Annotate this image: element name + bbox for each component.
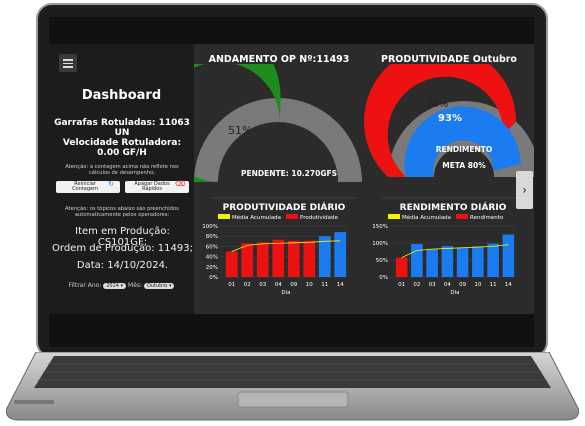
sidebar: Dashboard Garrafas Rotuladas: 11063 UN V… (49, 44, 194, 314)
reset-button-label: Reiniciar Contagem (72, 180, 98, 192)
productivity-daily-chart: PRODUTIVIDADE DIÁRIOMédia Acumulada Produ… (202, 197, 358, 296)
legend-swatch-main (286, 214, 298, 219)
y-tick-label: 100% (372, 241, 388, 247)
reset-count-button[interactable]: Reiniciar Contagem ↻ (56, 179, 120, 193)
y-tick-label: 100% (202, 224, 218, 230)
op-percent: 51% (228, 124, 252, 137)
bar (272, 239, 285, 277)
month-select-value: Outubro (146, 283, 168, 289)
clear-data-button[interactable]: Apagar Dados Rápidos ⌫ (125, 179, 189, 193)
x-tick-label: 03 (429, 282, 436, 288)
chart-title: PRODUTIVIDADE DIÁRIO (223, 201, 346, 213)
year-select[interactable]: 2024 ▾ (103, 283, 127, 289)
x-tick-label: 02 (244, 282, 251, 288)
bar (456, 247, 469, 277)
x-tick-label: 03 (259, 282, 266, 288)
month-select[interactable]: Outubro ▾ (143, 283, 175, 289)
production-date: Data: 14/10/2024. (76, 260, 169, 271)
topics-warning: Atenção: os tópicos abaixo são preenchid… (65, 206, 179, 218)
dashboard-graphics: 51% PENDENTE: 10.270GFS 74% 93% RENDIMEN… (194, 64, 534, 296)
bar (256, 242, 269, 277)
menu-icon[interactable] (59, 54, 77, 72)
yield-percent: 93% (438, 113, 462, 124)
op-pending: PENDENTE: 10.270GFS (241, 169, 337, 178)
y-tick-label: 50% (376, 258, 388, 264)
yield-title: RENDIMENTO (436, 145, 493, 154)
legend-label-average: Média Acumulada (402, 214, 451, 221)
filter-month-label: Mês: (128, 282, 143, 289)
count-warning: Atenção: a contagem acima não reflete no… (65, 164, 179, 176)
bar (225, 251, 238, 277)
x-tick-label: 09 (459, 282, 466, 288)
delete-icon: ⌫ (175, 179, 185, 188)
goal-text: META 80% (442, 161, 486, 170)
bottles-labeled: Garrafas Rotuladas: 11063 UN (54, 118, 190, 138)
y-tick-label: 60% (206, 244, 218, 250)
y-tick-label: 0% (209, 275, 218, 281)
productivity-percent: 74% (426, 99, 448, 110)
y-tick-label: 20% (206, 265, 218, 271)
legend-swatch-average (388, 214, 400, 219)
clear-button-label: Apagar Dados Rápidos (134, 180, 170, 192)
touchpad[interactable] (237, 391, 349, 408)
legend-label-main: Rendimento (470, 215, 504, 221)
laptop-screen: Dashboard Garrafas Rotuladas: 11063 UN V… (49, 17, 534, 347)
legend-swatch-main (456, 214, 468, 219)
chevron-down-icon: ▾ (120, 283, 124, 289)
page-title: Dashboard (81, 88, 162, 103)
main-panel: ANDAMENTO OP Nº:11493 PRODUTIVIDADE Outu… (194, 44, 534, 314)
legend-label-average: Média Acumulada (232, 214, 281, 221)
refresh-icon: ↻ (108, 179, 114, 188)
bar (411, 244, 423, 277)
x-tick-label: 04 (444, 282, 451, 288)
bar (318, 236, 331, 277)
x-tick-label: 10 (306, 282, 313, 288)
filter-year-label: Filtrar Ano: (68, 282, 102, 289)
chart-title: RENDIMENTO DIÁRIO (400, 201, 507, 213)
x-tick-label: 01 (228, 282, 235, 288)
filter-bar: Filtrar Ano: 2024 ▾ Mês: Outubro ▾ (49, 282, 194, 289)
vent (14, 400, 54, 404)
x-tick-label: 11 (490, 282, 497, 288)
bar (441, 246, 454, 277)
y-tick-label: 0% (379, 275, 388, 281)
bar (241, 243, 254, 277)
x-tick-label: 11 (321, 282, 328, 288)
legend-label-main: Produtividade (300, 215, 339, 221)
bar (287, 240, 300, 277)
x-axis-label: Dia (281, 290, 290, 296)
bar (502, 234, 515, 277)
yield-daily-chart: RENDIMENTO DIÁRIOMédia Acumulada Rendimen… (372, 197, 526, 296)
x-tick-label: 14 (337, 282, 344, 288)
x-tick-label: 14 (505, 282, 512, 288)
next-slide-button[interactable]: › (516, 171, 533, 209)
bar (426, 248, 438, 277)
laptop-base (6, 352, 579, 421)
labeler-speed: Velocidade Rotuladora: 0.00 GF/H (62, 138, 182, 158)
production-order: Ordem de Produção: 11493; (52, 243, 193, 254)
bar (472, 246, 484, 277)
x-tick-label: 10 (474, 282, 481, 288)
x-tick-label: 09 (290, 282, 297, 288)
chevron-right-icon: › (522, 183, 527, 197)
legend-swatch-average (218, 214, 230, 219)
bar (303, 240, 316, 277)
y-tick-label: 80% (206, 234, 218, 240)
x-tick-label: 02 (413, 282, 420, 288)
chevron-down-icon: ▾ (168, 283, 172, 289)
x-tick-label: 04 (275, 282, 282, 288)
bar (395, 257, 408, 277)
year-select-value: 2024 (106, 283, 119, 289)
x-tick-label: 01 (398, 282, 405, 288)
x-axis-label: Dia (450, 290, 459, 296)
bar (334, 232, 347, 277)
y-tick-label: 150% (372, 224, 388, 230)
bar (487, 243, 499, 277)
y-tick-label: 40% (206, 255, 218, 261)
